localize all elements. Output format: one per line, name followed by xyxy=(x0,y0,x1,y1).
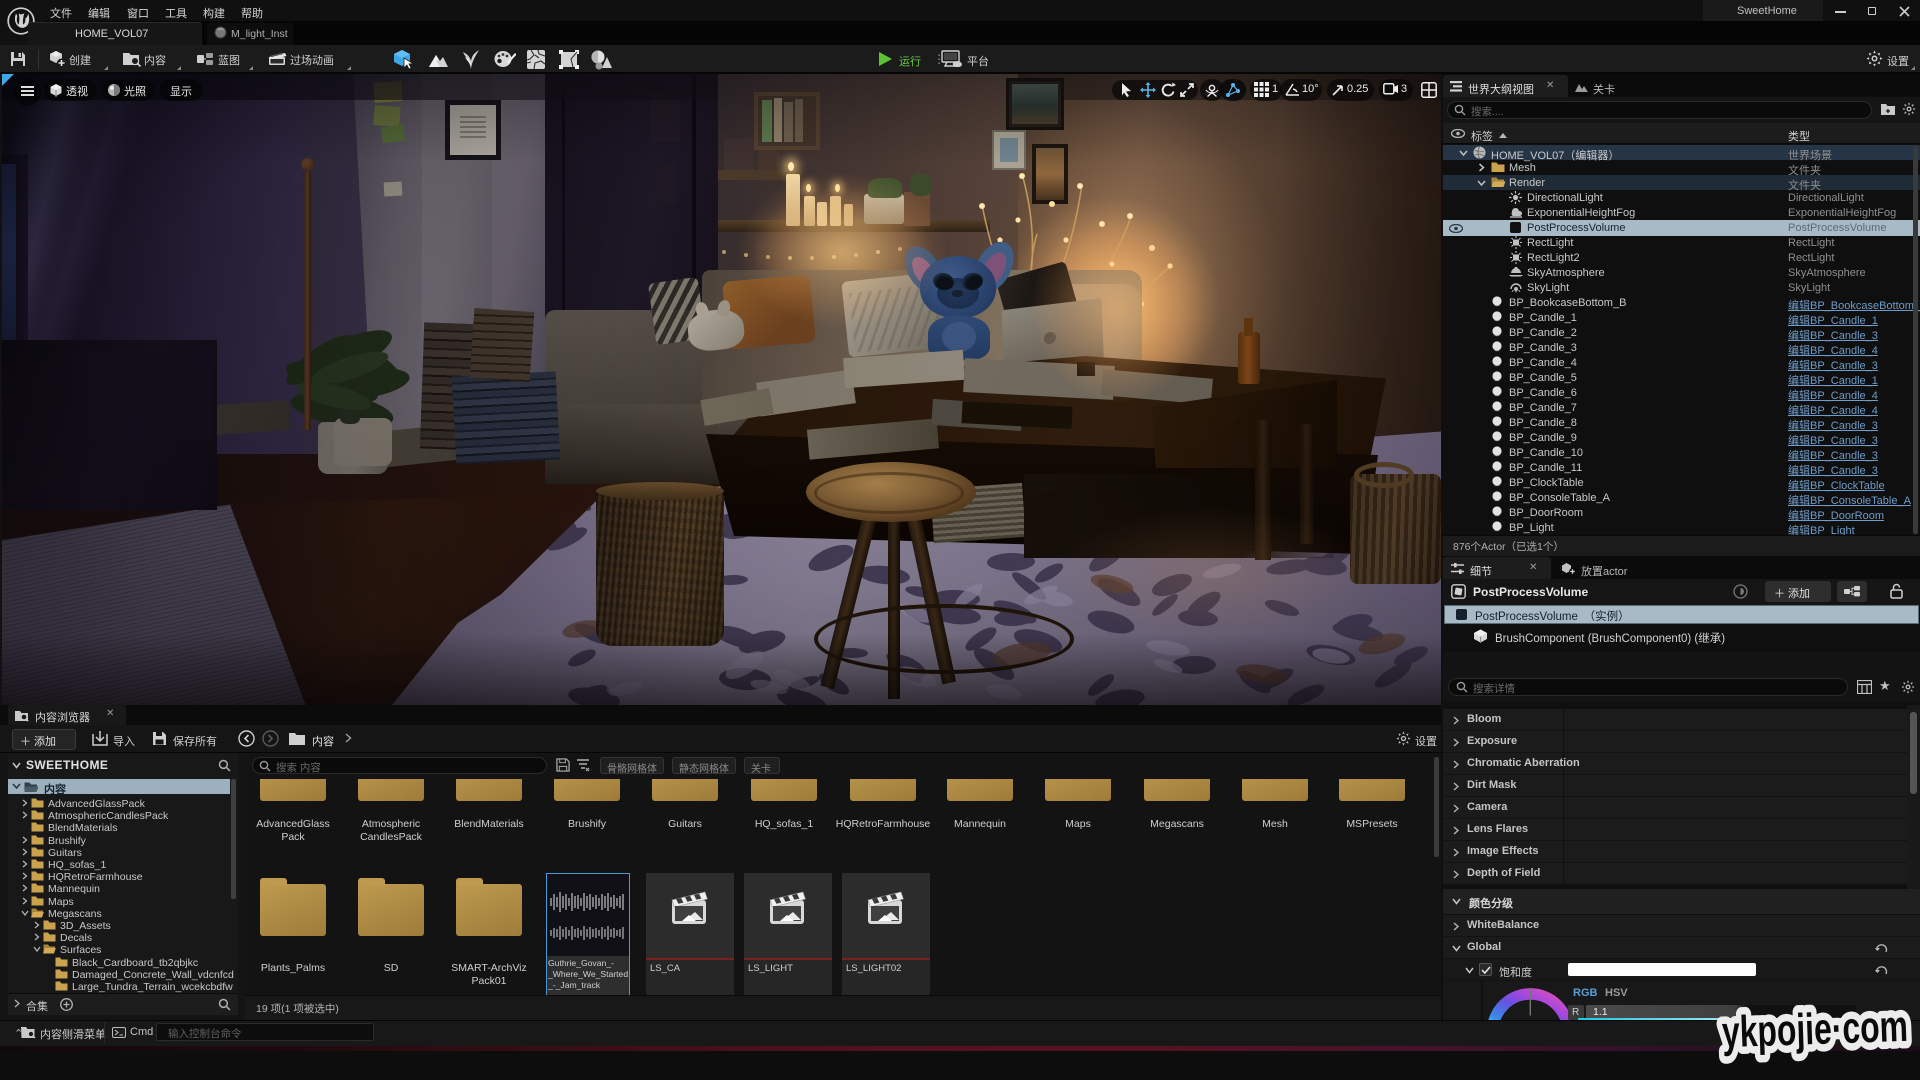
svg-text:ykpojie·com: ykpojie·com xyxy=(1721,1002,1909,1057)
